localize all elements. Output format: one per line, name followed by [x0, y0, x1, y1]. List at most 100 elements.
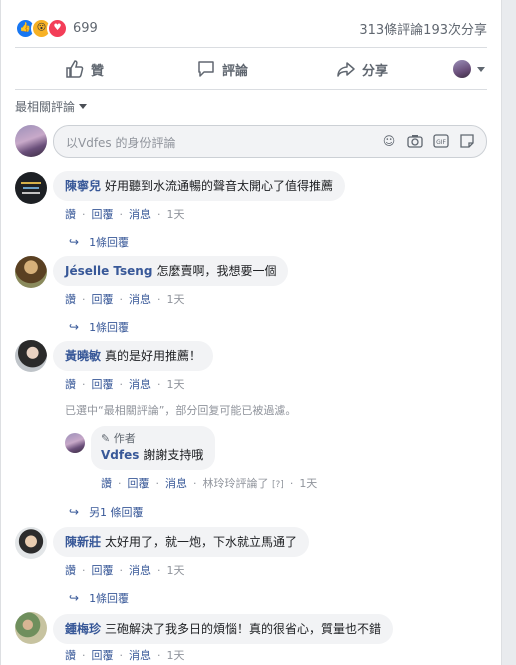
reply-arrow-icon: ↪ [69, 505, 80, 519]
like-link[interactable]: 讚 [65, 376, 76, 392]
reply-link[interactable]: 回覆 [92, 376, 114, 392]
like-link[interactable]: 讚 [101, 475, 112, 491]
thumbs-up-icon [66, 60, 84, 78]
author-badge: ✎ 作者 [101, 432, 136, 445]
filter-notice: 已選中“最相關評論”，部分回复可能已被過濾。 [65, 404, 297, 417]
camera-icon[interactable] [406, 132, 424, 150]
timestamp[interactable]: 1天 [167, 206, 185, 222]
replies-count: 1條回覆 [89, 236, 130, 249]
comment-text: 好用聽到水流通暢的聲音太開心了值得推薦 [105, 179, 334, 193]
svg-text:GIF: GIF [436, 139, 446, 146]
message-link[interactable]: 消息 [129, 206, 151, 222]
timestamp[interactable]: 1天 [299, 475, 317, 491]
reply-bubble: ✎ 作者 Vdfes 謝謝支持哦 [91, 426, 216, 470]
view-replies-link[interactable]: ↪ 1條回覆 [69, 319, 129, 335]
commenter-name[interactable]: 鍾梅珍 [65, 622, 101, 636]
chevron-down-icon [477, 66, 485, 72]
timestamp[interactable]: 1天 [167, 376, 185, 392]
comment-placeholder: 以Vdfes 的身份評論 [66, 136, 176, 150]
comment-text: 怎麼賣啊，我想要一個 [156, 264, 277, 278]
avatar[interactable] [15, 256, 47, 288]
more-replies-link[interactable]: ↪ 另1 條回覆 [69, 504, 144, 520]
divider [15, 47, 487, 48]
comment-bubble: 鍾梅珍 三砲解決了我多日的煩惱！真的很省心，質量也不錯 [53, 614, 394, 644]
comment-label: 評論 [222, 63, 249, 79]
commenter-name[interactable]: Jéselle Tseng [65, 264, 152, 278]
post-comments-card: 👍 😮 ♥ 699 313條評論193次分享 贊 評論 分享 最相關評論 以Vd… [0, 0, 502, 665]
reply-arrow-icon: ↪ [69, 591, 80, 605]
love-icon: ♥ [47, 17, 68, 39]
reply-author-name[interactable]: Vdfes [101, 448, 139, 462]
message-link[interactable]: 消息 [129, 376, 151, 392]
reply-avatar[interactable] [65, 433, 85, 453]
comment-text: 三砲解決了我多日的煩惱！真的很省心，質量也不錯 [105, 622, 382, 636]
commenter-name[interactable]: 陳新莊 [65, 535, 101, 549]
timestamp[interactable]: 1天 [167, 562, 185, 578]
reply-text: 謝謝支持哦 [143, 448, 204, 462]
action-bar: 贊 評論 分享 [15, 52, 487, 86]
reply-link[interactable]: 回覆 [92, 291, 114, 307]
commenter-name[interactable]: 陳寧兒 [65, 179, 101, 193]
caret-down-icon [79, 104, 88, 109]
comment-actions: 讚 · 回覆 · 消息 · 1天 [65, 647, 185, 663]
comment-input[interactable]: 以Vdfes 的身份評論 ☺ GIF [53, 125, 487, 158]
like-link[interactable]: 讚 [65, 206, 76, 222]
timestamp[interactable]: 1天 [167, 291, 185, 307]
reply-arrow-icon: ↪ [69, 235, 80, 249]
view-replies-link[interactable]: ↪ 1條回覆 [69, 590, 129, 606]
like-link[interactable]: 讚 [65, 291, 76, 307]
reaction-summary[interactable]: 👍 😮 ♥ 699 [15, 17, 98, 39]
comment-actions: 讚 · 回覆 · 消息 · 1天 [65, 376, 185, 392]
composer-tools: ☺ GIF [380, 132, 476, 150]
avatar[interactable] [15, 527, 47, 559]
comment-text: 太好用了，就一炮，下水就立馬通了 [105, 535, 298, 549]
post-stats: 313條評論193次分享 [359, 19, 487, 38]
share-button[interactable]: 分享 [336, 59, 388, 79]
reaction-count: 699 [73, 20, 98, 36]
sort-dropdown[interactable]: 最相關評論 [15, 98, 88, 115]
sticker-icon[interactable] [458, 132, 476, 150]
avatar[interactable] [15, 612, 47, 644]
share-count-link[interactable]: 193次分享 [423, 23, 487, 38]
reply-link[interactable]: 回覆 [92, 562, 114, 578]
message-link[interactable]: 消息 [129, 291, 151, 307]
identity-switcher[interactable] [453, 60, 485, 78]
reply-arrow-icon: ↪ [69, 320, 80, 334]
like-link[interactable]: 讚 [65, 647, 76, 663]
reaction-bar: 👍 😮 ♥ 699 313條評論193次分享 [15, 14, 487, 42]
message-link[interactable]: 消息 [129, 562, 151, 578]
commenter-name[interactable]: 黃曉敏 [65, 349, 101, 363]
comment-button[interactable]: 評論 [196, 59, 248, 79]
comment-text: 真的是好用推薦！ [105, 349, 202, 363]
comment-actions: 讚 · 回覆 · 消息 · 1天 [65, 291, 185, 307]
timestamp[interactable]: 1天 [167, 647, 185, 663]
comment-actions: 讚 · 回覆 · 消息 · 1天 [65, 206, 185, 222]
comment-bubble: 陳寧兒 好用聽到水流通暢的聲音太開心了值得推薦 [53, 171, 346, 201]
avatar[interactable] [15, 340, 47, 372]
message-link[interactable]: 消息 [129, 647, 151, 663]
like-link[interactable]: 讚 [65, 562, 76, 578]
comment-bubble: Jéselle Tseng 怎麼賣啊，我想要一個 [53, 256, 289, 286]
reply-link[interactable]: 回覆 [92, 647, 114, 663]
message-link[interactable]: 消息 [165, 475, 187, 491]
view-replies-link[interactable]: ↪ 1條回覆 [69, 234, 129, 250]
page-avatar [453, 60, 471, 78]
emoji-icon[interactable]: ☺ [380, 132, 398, 150]
composer-avatar [15, 125, 47, 157]
replies-count: 1條回覆 [89, 321, 130, 334]
sort-label: 最相關評論 [15, 100, 76, 114]
reply-link[interactable]: 回覆 [92, 206, 114, 222]
share-label: 分享 [362, 63, 389, 79]
gif-icon[interactable]: GIF [432, 132, 450, 150]
reply-actions: 讚 · 回覆 · 消息 · 林玲玲評論了 [?] · 1天 [101, 475, 318, 491]
comment-bubble: 陳新莊 太好用了，就一炮，下水就立馬通了 [53, 527, 310, 557]
comment-count-link[interactable]: 313條評論 [359, 23, 423, 38]
avatar[interactable] [15, 172, 47, 204]
commented-by[interactable]: 林玲玲評論了 [?] [203, 475, 284, 491]
reply-link[interactable]: 回覆 [128, 475, 150, 491]
replies-count: 1條回覆 [89, 592, 130, 605]
more-replies-label: 另1 條回覆 [89, 506, 144, 519]
like-button[interactable]: 贊 [65, 59, 104, 79]
like-label: 贊 [91, 63, 105, 79]
share-icon [337, 62, 355, 77]
